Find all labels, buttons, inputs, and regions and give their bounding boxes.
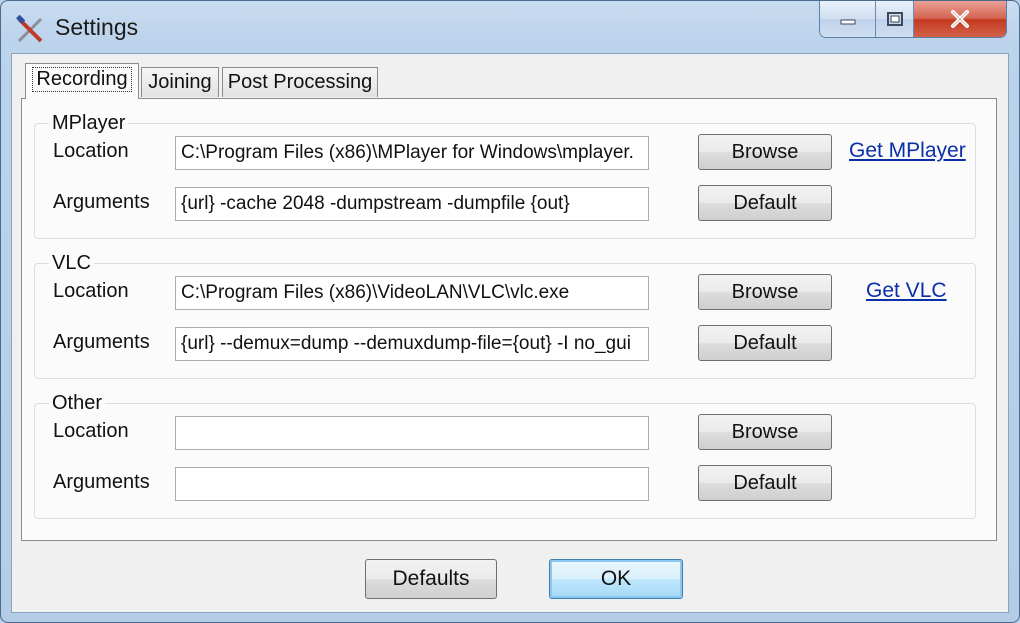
window-title: Settings bbox=[55, 14, 139, 40]
tab-label: Joining bbox=[148, 71, 212, 93]
mplayer-browse-button[interactable]: Browse bbox=[698, 134, 832, 170]
vlc-arguments-field[interactable]: {url} --demux=dump --demuxdump-file={out… bbox=[175, 327, 649, 361]
mplayer-group: MPlayer Location C:\Program Files (x86)\… bbox=[34, 112, 976, 239]
arguments-label: Arguments bbox=[53, 191, 150, 213]
location-label: Location bbox=[53, 280, 129, 302]
tab-joining[interactable]: Joining bbox=[141, 67, 219, 97]
ok-button[interactable]: OK bbox=[549, 559, 683, 599]
get-mplayer-link[interactable]: Get MPlayer bbox=[849, 139, 966, 163]
close-icon bbox=[951, 10, 969, 28]
minimize-button[interactable] bbox=[820, 1, 876, 37]
mplayer-location-field[interactable]: C:\Program Files (x86)\MPlayer for Windo… bbox=[175, 136, 649, 170]
group-title: VLC bbox=[49, 252, 94, 275]
maximize-button[interactable] bbox=[876, 1, 914, 37]
caption-buttons bbox=[819, 1, 1007, 38]
arguments-label: Arguments bbox=[53, 331, 150, 353]
minimize-icon bbox=[840, 19, 855, 25]
tab-recording[interactable]: Recording bbox=[25, 63, 139, 99]
vlc-group: VLC Location C:\Program Files (x86)\Vide… bbox=[34, 252, 976, 379]
tab-label: Recording bbox=[32, 67, 132, 92]
location-label: Location bbox=[53, 420, 129, 442]
group-title: Other bbox=[49, 392, 106, 415]
other-browse-button[interactable]: Browse bbox=[698, 414, 832, 450]
close-button[interactable] bbox=[914, 1, 1006, 37]
group-title: MPlayer bbox=[49, 112, 129, 135]
maximize-icon bbox=[886, 12, 903, 26]
vlc-default-button[interactable]: Default bbox=[698, 325, 832, 361]
vlc-browse-button[interactable]: Browse bbox=[698, 274, 832, 310]
tab-post-processing[interactable]: Post Processing bbox=[222, 67, 378, 97]
tab-label: Post Processing bbox=[227, 71, 373, 93]
other-default-button[interactable]: Default bbox=[698, 465, 832, 501]
defaults-button[interactable]: Defaults bbox=[365, 559, 497, 599]
other-arguments-field[interactable] bbox=[175, 467, 649, 501]
location-label: Location bbox=[53, 140, 129, 162]
vlc-location-field[interactable]: C:\Program Files (x86)\VideoLAN\VLC\vlc.… bbox=[175, 276, 649, 310]
arguments-label: Arguments bbox=[53, 471, 150, 493]
mplayer-arguments-field[interactable]: {url} -cache 2048 -dumpstream -dumpfile … bbox=[175, 187, 649, 221]
settings-window: Settings Recording Joining Post Processi… bbox=[0, 0, 1020, 623]
get-vlc-link[interactable]: Get VLC bbox=[866, 279, 947, 303]
tools-icon bbox=[16, 15, 43, 43]
other-location-field[interactable] bbox=[175, 416, 649, 450]
mplayer-default-button[interactable]: Default bbox=[698, 185, 832, 221]
other-group: Other Location Browse Arguments Default bbox=[34, 392, 976, 519]
recording-tab-panel: MPlayer Location C:\Program Files (x86)\… bbox=[21, 98, 997, 541]
